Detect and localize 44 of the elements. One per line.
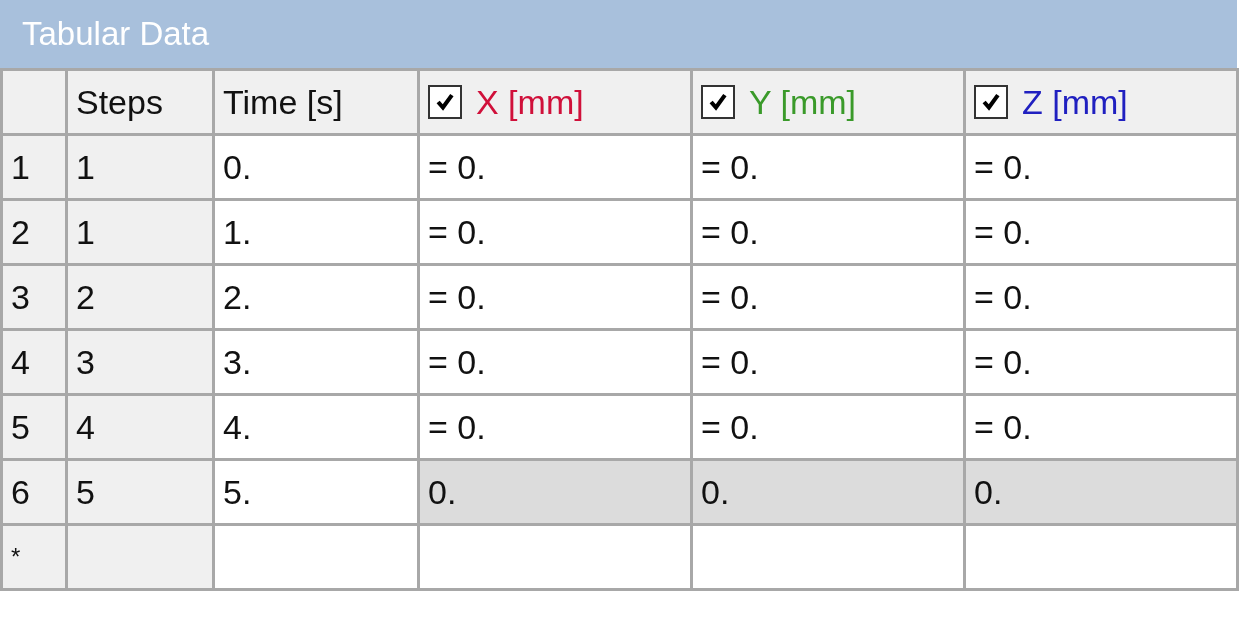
column-checkbox[interactable]: [428, 85, 462, 119]
step-cell: 5: [66, 459, 214, 525]
row-number[interactable]: 6: [1, 459, 67, 525]
row-number[interactable]: *: [1, 524, 67, 590]
table-cell: = 0.: [691, 264, 965, 330]
row-number[interactable]: 2: [1, 199, 67, 265]
column-checkbox[interactable]: [974, 85, 1008, 119]
table-cell: = 0.: [964, 329, 1238, 395]
table-cell: = 0.: [964, 199, 1238, 265]
column-checkbox[interactable]: [701, 85, 735, 119]
step-cell: 2: [66, 264, 214, 330]
step-cell: 1: [66, 199, 214, 265]
table-cell: = 0.: [964, 264, 1238, 330]
table-cell: 0.: [964, 459, 1238, 525]
table-cell: 1.: [213, 199, 419, 265]
table-cell: = 0.: [418, 329, 692, 395]
table-cell: = 0.: [691, 199, 965, 265]
table-cell: 3.: [213, 329, 419, 395]
table-cell: 0.: [418, 459, 692, 525]
table-cell: = 0.: [418, 199, 692, 265]
step-cell: 3: [66, 329, 214, 395]
step-cell: 1: [66, 134, 214, 200]
table-cell: 0.: [691, 459, 965, 525]
checkmark-icon: [980, 91, 1002, 113]
table-cell: = 0.: [964, 134, 1238, 200]
row-number[interactable]: 5: [1, 394, 67, 460]
corner-header: [1, 69, 67, 135]
row-number[interactable]: 1: [1, 134, 67, 200]
window-title: Tabular Data: [22, 15, 210, 53]
table-cell: = 0.: [691, 329, 965, 395]
row-number[interactable]: 3: [1, 264, 67, 330]
table-cell: 0.: [213, 134, 419, 200]
checkmark-icon: [707, 91, 729, 113]
table-cell: = 0.: [418, 134, 692, 200]
column-header[interactable]: Steps: [66, 69, 214, 135]
table-cell: 5.: [213, 459, 419, 525]
table-cell: = 0.: [691, 134, 965, 200]
table-cell: 2.: [213, 264, 419, 330]
table-cell: = 0.: [418, 264, 692, 330]
step-cell: 4: [66, 394, 214, 460]
row-number[interactable]: 4: [1, 329, 67, 395]
table-cell: 4.: [213, 394, 419, 460]
column-header[interactable]: Time [s]: [213, 69, 419, 135]
checkmark-icon: [434, 91, 456, 113]
